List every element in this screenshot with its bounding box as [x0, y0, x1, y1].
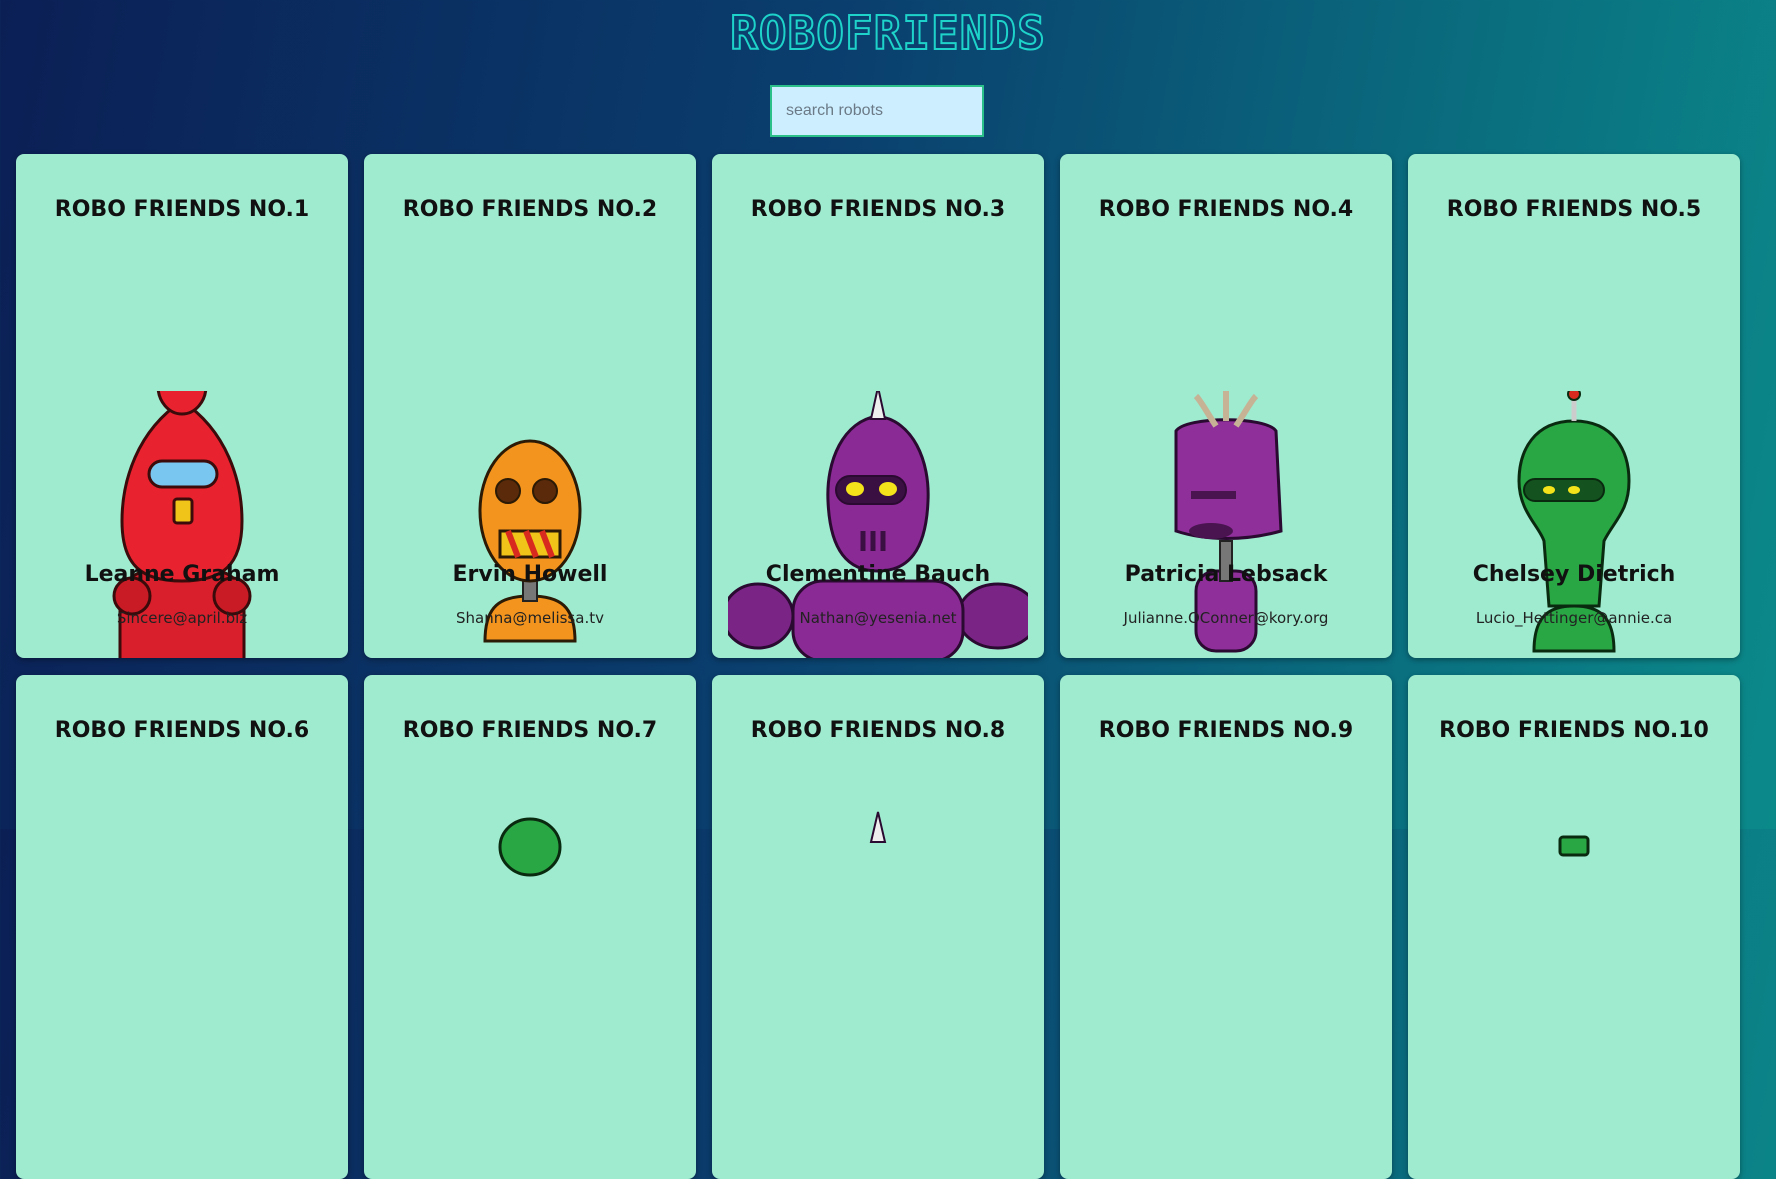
card-label: ROBO FRIENDS NO.1: [54, 197, 310, 222]
robot-card[interactable]: ROBO FRIENDS NO.6: [16, 675, 348, 1179]
robot-card[interactable]: ROBO FRIENDS NO.2 Ervin Howell Shanna@me…: [364, 154, 696, 658]
purple-robot-icon: [728, 807, 1028, 1107]
green-robot-icon: [380, 807, 680, 1107]
robot-name: Clementine Bauch: [765, 562, 991, 587]
card-label: ROBO FRIENDS NO.2: [402, 197, 658, 222]
robot-name: Ervin Howell: [452, 562, 608, 587]
green-robot-icon: [1424, 807, 1724, 1107]
robot-card[interactable]: ROBO FRIENDS NO.1 Leanne Graham Sincere@…: [16, 154, 348, 658]
card-label: ROBO FRIENDS NO.8: [750, 718, 1006, 743]
robot-card[interactable]: ROBO FRIENDS NO.7: [364, 675, 696, 1179]
robot-email: Julianne.OConner@kory.org: [1123, 609, 1329, 627]
robot-card[interactable]: ROBO FRIENDS NO.5 Chelsey Dietrich Lucio…: [1408, 154, 1740, 658]
robot-email: Shanna@melissa.tv: [456, 609, 604, 627]
robot-email: Lucio_Hettinger@annie.ca: [1475, 609, 1673, 627]
app-title: ROBOFRIENDS: [729, 5, 1046, 61]
card-label: ROBO FRIENDS NO.10: [1439, 718, 1709, 743]
robot-card[interactable]: ROBO FRIENDS NO.10: [1408, 675, 1740, 1179]
card-label: ROBO FRIENDS NO.7: [402, 718, 658, 743]
robot-name: Leanne Graham: [84, 562, 280, 587]
robot-name: Patricia Lebsack: [1124, 562, 1328, 587]
card-label: ROBO FRIENDS NO.4: [1098, 197, 1354, 222]
robot-email: Sincere@april.biz: [116, 609, 248, 627]
robot-card[interactable]: ROBO FRIENDS NO.8: [712, 675, 1044, 1179]
robot-name: Chelsey Dietrich: [1472, 562, 1676, 587]
card-label: ROBO FRIENDS NO.6: [54, 718, 310, 743]
robot-card[interactable]: ROBO FRIENDS NO.9: [1060, 675, 1392, 1179]
robot-email: Nathan@yesenia.net: [799, 609, 957, 627]
card-label: ROBO FRIENDS NO.5: [1446, 197, 1702, 222]
search-input[interactable]: [770, 85, 984, 137]
card-label: ROBO FRIENDS NO.3: [750, 197, 1006, 222]
card-label: ROBO FRIENDS NO.9: [1098, 718, 1354, 743]
robot-card[interactable]: ROBO FRIENDS NO.3 Clementine Bauch Natha…: [712, 154, 1044, 658]
robot-card[interactable]: ROBO FRIENDS NO.4 Patricia Lebsack Julia…: [1060, 154, 1392, 658]
